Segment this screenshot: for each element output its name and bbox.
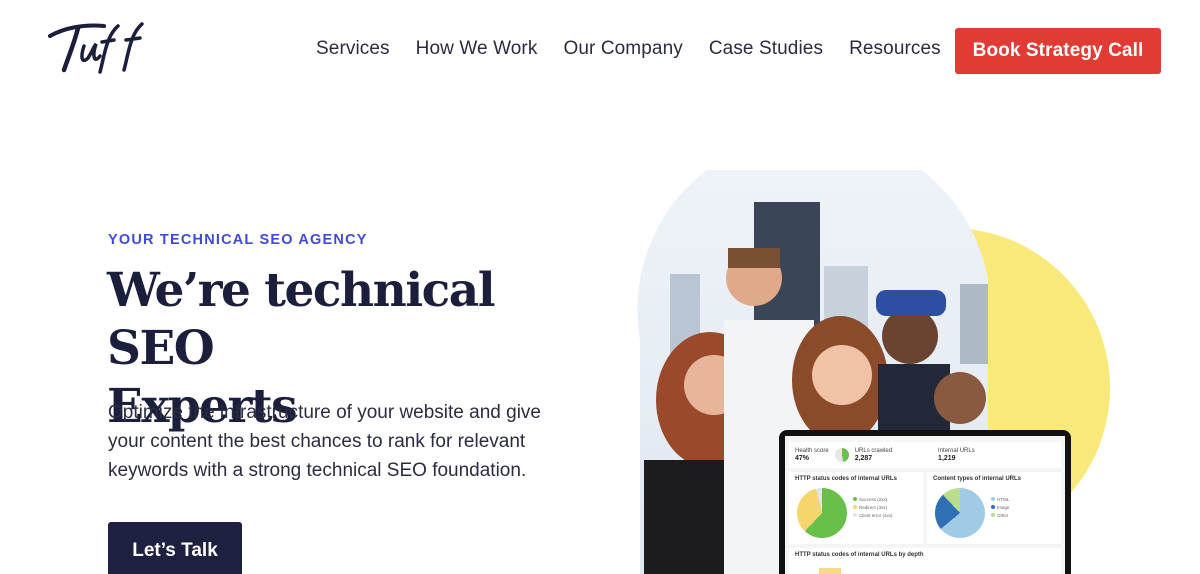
legend-label: Other [997,513,1009,518]
laptop-dashboard: Health score 47% URLs crawled 2,287 Inte… [779,430,1071,574]
legend-item: Client error (4xx) [853,512,893,520]
legend-dot [991,497,995,501]
dashboard-screen: Health score 47% URLs crawled 2,287 Inte… [785,436,1065,574]
legend-label: Image [997,505,1010,510]
legend-item: HTML [991,496,1010,504]
hero-eyebrow: YOUR TECHNICAL SEO AGENCY [108,232,368,248]
legend-item: Other [991,512,1010,520]
content-types-title: Content types of internal URLs [933,476,1022,482]
legend-item: Redirect (3xx) [853,504,893,512]
nav-link-resources[interactable]: Resources [849,38,941,60]
stat-urls-crawled: URLs crawled 2,287 [855,448,892,462]
status-codes-legend: Success (2xx) Redirect (3xx) Client erro… [853,496,893,520]
stat-urls-value: 2,287 [854,455,873,462]
stat-health-value: 47% [795,455,810,462]
nav-link-services[interactable]: Services [316,38,390,60]
nav-links: Services How We Work Our Company Case St… [316,38,967,60]
top-navigation: Services How We Work Our Company Case St… [0,0,1200,100]
status-codes-pie [797,488,847,538]
tuff-logo[interactable] [44,18,148,76]
legend-dot [853,505,857,509]
content-types-pie [935,488,985,538]
content-types-panel: Content types of internal URLs HTML Imag… [927,472,1061,544]
dashboard-stat-row: Health score 47% URLs crawled 2,287 Inte… [789,442,1061,468]
lets-talk-button[interactable]: Let’s Talk [108,522,242,574]
content-types-legend: HTML Image Other [991,496,1010,520]
legend-dot [991,505,995,509]
stat-internal-value: 1,219 [938,455,956,462]
nav-link-our-company[interactable]: Our Company [563,38,682,60]
nav-link-how-we-work[interactable]: How We Work [416,38,538,60]
legend-dot [991,513,995,517]
legend-dot [853,513,857,517]
legend-label: Success (2xx) [859,497,888,502]
stat-internal-urls: Internal URLs 1,219 [938,448,975,462]
status-by-depth-panel: HTTP status codes of internal URLs by de… [789,548,1061,574]
stat-health-label: Health score [795,448,829,454]
legend-label: Client error (4xx) [859,513,893,518]
legend-label: Redirect (3xx) [859,505,888,510]
tuff-logo-mark [48,22,144,74]
health-donut-icon [834,448,849,462]
status-codes-title: HTTP status codes of internal URLs [795,476,897,482]
book-strategy-call-button[interactable]: Book Strategy Call [955,28,1161,74]
stat-urls-label: URLs crawled [854,448,893,454]
depth-bar [819,568,841,574]
hero-headline-line1: We’re technical SEO [107,263,496,376]
stat-health-score: Health score 47% [795,448,829,462]
status-by-depth-title: HTTP status codes of internal URLs by de… [795,552,924,558]
status-codes-panel: HTTP status codes of internal URLs Succe… [789,472,923,544]
legend-dot [853,497,857,501]
hero-subcopy: Optimize the infrastructure of your webs… [108,402,541,481]
legend-item: Success (2xx) [853,496,893,504]
legend-label: HTML [997,497,1010,502]
stat-internal-label: Internal URLs [938,448,975,454]
legend-item: Image [991,504,1010,512]
nav-link-case-studies[interactable]: Case Studies [709,38,823,60]
